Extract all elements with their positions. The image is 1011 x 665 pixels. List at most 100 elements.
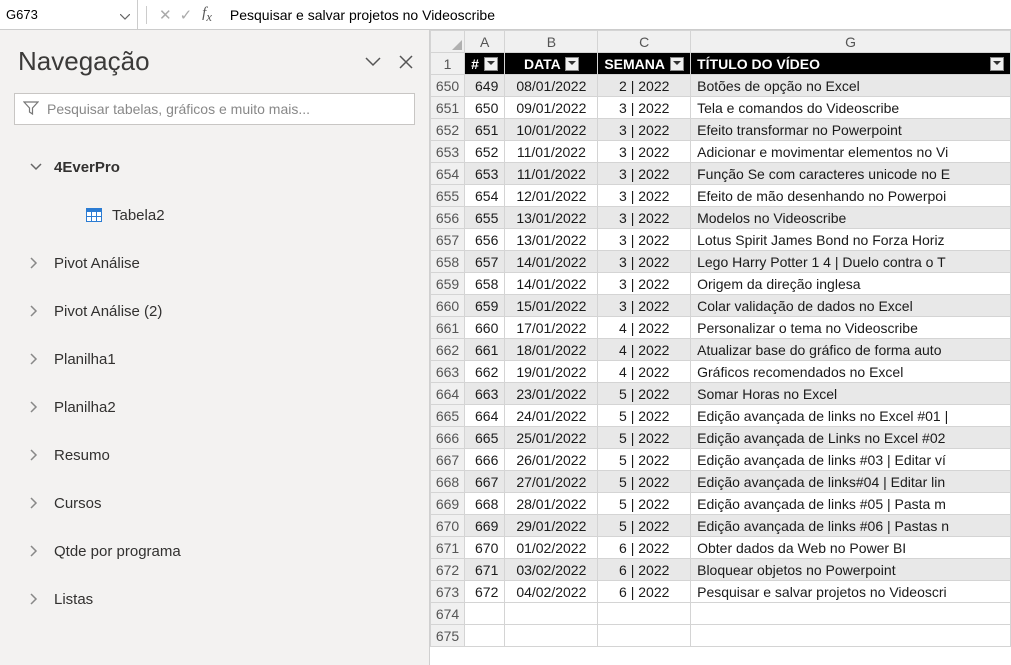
cell[interactable]	[465, 625, 505, 647]
nav-tree-item[interactable]: 4EverPro	[0, 143, 429, 191]
cell[interactable]: 14/01/2022	[505, 251, 598, 273]
row-header[interactable]: 673	[431, 581, 465, 603]
cell[interactable]: 10/01/2022	[505, 119, 598, 141]
cell[interactable]: 654	[465, 185, 505, 207]
cell[interactable]: Edição avançada de links#04 | Editar lin	[691, 471, 1011, 493]
row-header[interactable]: 671	[431, 537, 465, 559]
row-header[interactable]: 654	[431, 163, 465, 185]
cell[interactable]: Edição avançada de links #06 | Pastas n	[691, 515, 1011, 537]
cell[interactable]: 669	[465, 515, 505, 537]
cell[interactable]: 3 | 2022	[598, 163, 691, 185]
cell[interactable]: 08/01/2022	[505, 75, 598, 97]
table-row[interactable]: 66866727/01/20225 | 2022Edição avançada …	[431, 471, 1011, 493]
cell[interactable]: 6 | 2022	[598, 581, 691, 603]
cell[interactable]: Gráficos recomendados no Excel	[691, 361, 1011, 383]
row-header[interactable]: 656	[431, 207, 465, 229]
row-header[interactable]: 666	[431, 427, 465, 449]
cell[interactable]: 668	[465, 493, 505, 515]
cell[interactable]: 25/01/2022	[505, 427, 598, 449]
cell[interactable]: Somar Horas no Excel	[691, 383, 1011, 405]
cell[interactable]	[505, 625, 598, 647]
table-row[interactable]: 67267103/02/20226 | 2022Bloquear objetos…	[431, 559, 1011, 581]
cell[interactable]: Obter dados da Web no Power BI	[691, 537, 1011, 559]
cell[interactable]: 29/01/2022	[505, 515, 598, 537]
table-row[interactable]: 66966828/01/20225 | 2022Edição avançada …	[431, 493, 1011, 515]
row-header[interactable]: 650	[431, 75, 465, 97]
cell[interactable]: 658	[465, 273, 505, 295]
cell[interactable]: Edição avançada de Links no Excel #02	[691, 427, 1011, 449]
cell[interactable]: 6 | 2022	[598, 559, 691, 581]
cell[interactable]: 26/01/2022	[505, 449, 598, 471]
cell[interactable]: Edição avançada de links #05 | Pasta m	[691, 493, 1011, 515]
cell[interactable]: 663	[465, 383, 505, 405]
cell[interactable]: 15/01/2022	[505, 295, 598, 317]
table-row[interactable]: 65064908/01/20222 | 2022Botões de opção …	[431, 75, 1011, 97]
chevron-right-icon[interactable]	[30, 305, 54, 317]
table-row[interactable]: 66266118/01/20224 | 2022Atualizar base d…	[431, 339, 1011, 361]
chevron-right-icon[interactable]	[30, 545, 54, 557]
cell[interactable]: 667	[465, 471, 505, 493]
cell[interactable]: 662	[465, 361, 505, 383]
cell[interactable]: Origem da direção inglesa	[691, 273, 1011, 295]
cell[interactable]: Atualizar base do gráfico de forma auto	[691, 339, 1011, 361]
cell[interactable]: 2 | 2022	[598, 75, 691, 97]
row-header[interactable]: 661	[431, 317, 465, 339]
cell[interactable]: 13/01/2022	[505, 207, 598, 229]
cell[interactable]	[505, 603, 598, 625]
cell[interactable]: 3 | 2022	[598, 251, 691, 273]
cell[interactable]: Bloquear objetos no Powerpoint	[691, 559, 1011, 581]
cell[interactable]: Edição avançada de links #03 | Editar ví	[691, 449, 1011, 471]
cell[interactable]: 3 | 2022	[598, 273, 691, 295]
cell[interactable]: Efeito transformar no Powerpoint	[691, 119, 1011, 141]
column-header[interactable]: G	[691, 31, 1011, 53]
cell[interactable]: 3 | 2022	[598, 141, 691, 163]
row-header[interactable]: 667	[431, 449, 465, 471]
cell[interactable]: 5 | 2022	[598, 383, 691, 405]
cell[interactable]: 657	[465, 251, 505, 273]
table-row[interactable]: 675	[431, 625, 1011, 647]
row-header[interactable]: 658	[431, 251, 465, 273]
cell[interactable]: 5 | 2022	[598, 449, 691, 471]
cell[interactable]: 28/01/2022	[505, 493, 598, 515]
cell[interactable]: Efeito de mão desenhando no Powerpoi	[691, 185, 1011, 207]
close-pane-icon[interactable]	[399, 55, 413, 69]
row-header[interactable]: 659	[431, 273, 465, 295]
select-all-corner[interactable]	[431, 31, 465, 53]
table-row[interactable]: 65465311/01/20223 | 2022Função Se com ca…	[431, 163, 1011, 185]
table-row[interactable]: 65665513/01/20223 | 2022Modelos no Video…	[431, 207, 1011, 229]
cell[interactable]: 03/02/2022	[505, 559, 598, 581]
cell[interactable]: 3 | 2022	[598, 229, 691, 251]
cell[interactable]: 672	[465, 581, 505, 603]
nav-tree-item[interactable]: Cursos	[0, 479, 429, 527]
cell-reference-input[interactable]	[6, 7, 118, 22]
cell[interactable]: 5 | 2022	[598, 405, 691, 427]
row-header[interactable]: 653	[431, 141, 465, 163]
cell[interactable]: 651	[465, 119, 505, 141]
column-header[interactable]: C	[598, 31, 691, 53]
formula-input[interactable]	[222, 7, 1011, 23]
fx-icon[interactable]: fx	[202, 5, 212, 25]
cell[interactable]: 3 | 2022	[598, 119, 691, 141]
cell[interactable]	[598, 603, 691, 625]
filter-dropdown-icon[interactable]	[670, 57, 684, 71]
cell[interactable]: 11/01/2022	[505, 141, 598, 163]
cell[interactable]: 17/01/2022	[505, 317, 598, 339]
name-box[interactable]	[0, 0, 138, 29]
row-header[interactable]: 660	[431, 295, 465, 317]
spreadsheet[interactable]: ABCG1#DATASEMANATÍTULO DO VÍDEO65064908/…	[430, 30, 1011, 665]
row-header[interactable]: 655	[431, 185, 465, 207]
row-header[interactable]: 662	[431, 339, 465, 361]
cell[interactable]: 09/01/2022	[505, 97, 598, 119]
cell[interactable]: 664	[465, 405, 505, 427]
cell[interactable]: Pesquisar e salvar projetos no Videoscri	[691, 581, 1011, 603]
cell[interactable]: 5 | 2022	[598, 515, 691, 537]
row-header[interactable]: 672	[431, 559, 465, 581]
cell[interactable]: 24/01/2022	[505, 405, 598, 427]
cell[interactable]: 661	[465, 339, 505, 361]
cell[interactable]: 653	[465, 163, 505, 185]
cell[interactable]: Adicionar e movimentar elementos no Vi	[691, 141, 1011, 163]
row-header[interactable]: 675	[431, 625, 465, 647]
cell[interactable]: 660	[465, 317, 505, 339]
cell[interactable]: 23/01/2022	[505, 383, 598, 405]
cell[interactable]: 670	[465, 537, 505, 559]
